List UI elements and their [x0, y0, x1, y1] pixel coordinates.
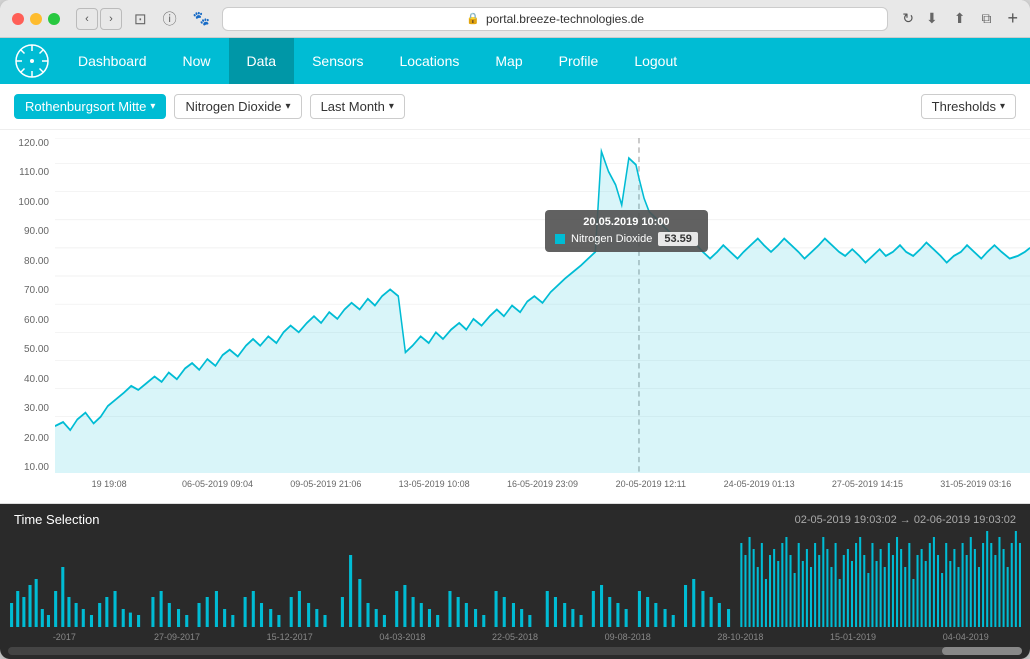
x-label-4: 16-05-2019 23:09 [488, 479, 596, 489]
app-navigation: Dashboard Now Data Sensors Locations Map… [0, 38, 1030, 84]
y-label-110: 110.00 [6, 167, 49, 178]
pollutant-label: Nitrogen Dioxide [185, 99, 281, 114]
mini-x-label-3: 04-03-2018 [346, 632, 459, 642]
url-text: portal.breeze-technologies.de [486, 12, 644, 26]
y-label-20: 20.00 [6, 433, 49, 444]
y-label-30: 30.00 [6, 403, 49, 414]
mini-x-label-4: 22-05-2018 [459, 632, 572, 642]
nav-data[interactable]: Data [229, 38, 295, 84]
mini-x-label-2: 15-12-2017 [233, 632, 346, 642]
x-label-3: 13-05-2019 10:08 [380, 479, 488, 489]
location-dropdown-arrow: ▾ [150, 101, 155, 112]
location-dropdown[interactable]: Rothenburgsort Mitte ▾ [14, 94, 166, 119]
lock-icon: 🔒 [466, 12, 480, 25]
x-label-5: 20-05-2019 12:11 [597, 479, 705, 489]
mini-x-label-1: 27-09-2017 [121, 632, 234, 642]
mini-x-label-6: 28-10-2018 [684, 632, 797, 642]
toolbar: Rothenburgsort Mitte ▾ Nitrogen Dioxide … [0, 84, 1030, 130]
download-icon[interactable]: ⬇ [926, 10, 938, 27]
thresholds-dropdown-arrow: ▾ [1000, 101, 1005, 112]
nav-locations[interactable]: Locations [381, 38, 477, 84]
thresholds-label: Thresholds [932, 99, 996, 114]
y-label-100: 100.00 [6, 197, 49, 208]
x-axis: 19 19:08 06-05-2019 09:04 09-05-2019 21:… [55, 475, 1030, 503]
nav-dashboard[interactable]: Dashboard [60, 38, 165, 84]
x-label-8: 31-05-2019 03:16 [922, 479, 1030, 489]
browser-titlebar: ‹ › ⊡ ⓘ 🐾 🔒 portal.breeze-technologies.d… [0, 0, 1030, 38]
y-label-120: 120.00 [6, 138, 49, 149]
mini-chart [0, 531, 1030, 627]
view-icon[interactable]: ⊡ [134, 10, 147, 28]
chart-area: 10.00 20.00 30.00 40.00 50.00 60.00 70.0… [0, 130, 1030, 504]
thresholds-dropdown[interactable]: Thresholds ▾ [921, 94, 1016, 119]
forward-button[interactable]: › [100, 8, 122, 30]
pollutant-dropdown-arrow: ▾ [286, 101, 291, 112]
x-label-1: 06-05-2019 09:04 [163, 479, 271, 489]
extension-icon[interactable]: 🐾 [193, 10, 210, 27]
nav-now[interactable]: Now [165, 38, 229, 84]
traffic-lights [12, 13, 60, 25]
back-button[interactable]: ‹ [76, 8, 98, 30]
location-label: Rothenburgsort Mitte [25, 99, 146, 114]
y-label-80: 80.00 [6, 256, 49, 267]
share-icon[interactable]: ⬆ [954, 10, 966, 27]
mini-x-label-8: 04-04-2019 [909, 632, 1022, 642]
info-icon[interactable]: ⓘ [163, 9, 177, 29]
y-label-40: 40.00 [6, 374, 49, 385]
mini-x-axis: -2017 27-09-2017 15-12-2017 04-03-2018 2… [0, 627, 1030, 647]
y-label-90: 90.00 [6, 226, 49, 237]
time-label: Last Month [321, 99, 385, 114]
y-label-10: 10.00 [6, 462, 49, 473]
close-button[interactable] [12, 13, 24, 25]
main-content: Rothenburgsort Mitte ▾ Nitrogen Dioxide … [0, 84, 1030, 659]
browser-nav-buttons: ‹ › [76, 8, 122, 30]
time-dropdown[interactable]: Last Month ▾ [310, 94, 405, 119]
nav-sensors[interactable]: Sensors [294, 38, 381, 84]
mini-x-label-5: 09-08-2018 [571, 632, 684, 642]
scrollbar-thumb[interactable] [942, 647, 1022, 655]
y-label-60: 60.00 [6, 315, 49, 326]
x-label-7: 27-05-2019 14:15 [813, 479, 921, 489]
mini-x-label-0: -2017 [8, 632, 121, 642]
y-axis: 10.00 20.00 30.00 40.00 50.00 60.00 70.0… [0, 138, 55, 473]
y-label-50: 50.00 [6, 344, 49, 355]
y-label-70: 70.00 [6, 285, 49, 296]
maximize-button[interactable] [48, 13, 60, 25]
x-label-0: 19 19:08 [55, 479, 163, 489]
x-label-6: 24-05-2019 01:13 [705, 479, 813, 489]
time-selection-header: Time Selection 02-05-2019 19:03:02 → 02-… [0, 504, 1030, 531]
scrollbar-track [8, 647, 1022, 655]
reload-button[interactable]: ↻ [902, 10, 914, 27]
time-selection-panel: Time Selection 02-05-2019 19:03:02 → 02-… [0, 504, 1030, 659]
minimize-button[interactable] [30, 13, 42, 25]
tabs-icon[interactable]: ⧉ [981, 10, 991, 27]
time-dropdown-arrow: ▾ [389, 101, 394, 112]
nav-profile[interactable]: Profile [541, 38, 617, 84]
nav-logout[interactable]: Logout [616, 38, 695, 84]
new-tab-button[interactable]: + [1007, 8, 1018, 29]
time-selection-range: 02-05-2019 19:03:02 → 02-06-2019 19:03:0… [795, 514, 1016, 526]
nav-map[interactable]: Map [477, 38, 540, 84]
chart-canvas [55, 138, 1030, 473]
x-label-2: 09-05-2019 21:06 [272, 479, 380, 489]
time-selection-title: Time Selection [14, 512, 100, 527]
pollutant-dropdown[interactable]: Nitrogen Dioxide ▾ [174, 94, 301, 119]
address-bar[interactable]: 🔒 portal.breeze-technologies.de [222, 7, 888, 31]
mini-x-label-7: 15-01-2019 [797, 632, 910, 642]
app-logo [12, 41, 52, 81]
